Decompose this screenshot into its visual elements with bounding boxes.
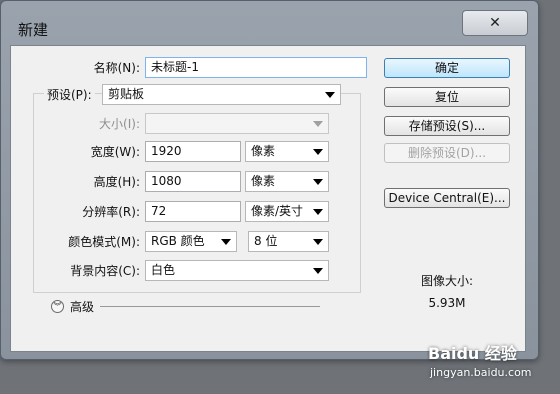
size-select bbox=[145, 113, 329, 134]
chevron-down-icon bbox=[313, 149, 323, 155]
watermark-url: jingyan.baidu.com bbox=[430, 366, 532, 379]
ok-button[interactable]: 确定 bbox=[384, 58, 510, 78]
preset-label: 预设(P): bbox=[44, 85, 95, 105]
reset-button[interactable]: 复位 bbox=[384, 87, 510, 107]
chevron-down-icon bbox=[325, 92, 335, 98]
height-input[interactable]: 1080 bbox=[145, 171, 241, 192]
resolution-input[interactable]: 72 bbox=[145, 201, 241, 222]
resolution-unit-select[interactable]: 像素/英寸 bbox=[245, 201, 329, 222]
background-select[interactable]: 白色 bbox=[145, 260, 329, 281]
device-central-button[interactable]: Device Central(E)... bbox=[384, 188, 510, 208]
color-mode-value: RGB 颜色 bbox=[151, 234, 205, 248]
save-preset-button[interactable]: 存储预设(S)... bbox=[384, 116, 510, 136]
delete-preset-button: 删除预设(D)... bbox=[384, 143, 510, 163]
name-label: 名称(N): bbox=[93, 61, 140, 75]
width-label: 宽度(W): bbox=[90, 145, 140, 159]
chevron-down-icon bbox=[313, 179, 323, 185]
advanced-divider bbox=[100, 306, 320, 307]
color-mode-select[interactable]: RGB 颜色 bbox=[145, 231, 237, 252]
resolution-unit-value: 像素/英寸 bbox=[251, 204, 304, 218]
close-icon: ✕ bbox=[489, 15, 501, 31]
close-button[interactable]: ✕ bbox=[462, 10, 528, 36]
size-label: 大小(I): bbox=[99, 117, 140, 131]
bit-depth-value: 8 位 bbox=[254, 234, 278, 248]
preset-select[interactable]: 剪贴板 bbox=[102, 84, 341, 105]
image-size-value: 5.93M bbox=[428, 296, 466, 310]
watermark-brand: Baidu 经验 bbox=[428, 344, 517, 363]
chevron-down-icon bbox=[221, 239, 231, 245]
name-input[interactable]: 未标题-1 bbox=[145, 57, 367, 78]
width-input[interactable]: 1920 bbox=[145, 141, 241, 162]
background-value: 白色 bbox=[151, 263, 176, 277]
preset-value: 剪贴板 bbox=[108, 87, 145, 101]
resolution-label: 分辨率(R): bbox=[82, 205, 140, 219]
chevron-down-icon bbox=[313, 239, 323, 245]
image-size-label: 图像大小: bbox=[420, 274, 474, 288]
height-unit-value: 像素 bbox=[251, 174, 276, 188]
chevron-down-icon bbox=[313, 268, 323, 274]
dialog-title: 新建 bbox=[18, 21, 49, 39]
color-mode-label: 颜色模式(M): bbox=[68, 235, 140, 249]
height-label: 高度(H): bbox=[93, 175, 140, 189]
advanced-label[interactable]: 高级 bbox=[70, 297, 94, 317]
height-unit-select[interactable]: 像素 bbox=[245, 171, 329, 192]
width-unit-select[interactable]: 像素 bbox=[245, 141, 329, 162]
background-label: 背景内容(C): bbox=[70, 264, 140, 278]
width-unit-value: 像素 bbox=[251, 144, 276, 158]
bit-depth-select[interactable]: 8 位 bbox=[248, 231, 329, 252]
chevron-down-icon bbox=[313, 209, 323, 215]
chevron-double-down-icon[interactable]: ︾ bbox=[51, 300, 64, 313]
chevron-down-icon bbox=[313, 121, 323, 127]
